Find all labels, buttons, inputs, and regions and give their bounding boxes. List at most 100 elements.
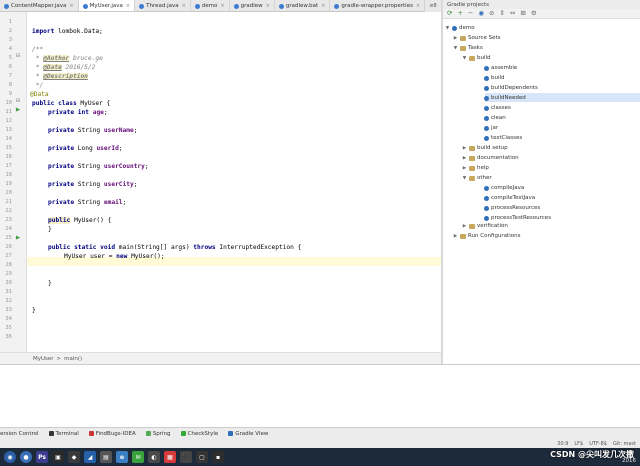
app-icon-8[interactable]: ▪ (212, 451, 224, 463)
close-tab-icon[interactable]: × (126, 3, 130, 9)
expand-all-icon[interactable]: ⇕ (499, 10, 504, 17)
tree-documentation[interactable]: ▶ documentation (462, 154, 519, 162)
expand-arrow-icon[interactable]: ▶ (462, 156, 467, 161)
app-icon-4[interactable]: ◐ (148, 451, 160, 463)
app-icon-2[interactable]: ◆ (68, 451, 80, 463)
browser-icon[interactable]: e (116, 451, 128, 463)
tree-tasks[interactable]: ▼ Tasks (453, 44, 483, 52)
tree-build-group[interactable]: ▼ build (462, 54, 491, 62)
chrome-icon[interactable]: ● (20, 451, 32, 463)
clock: 2016 (622, 458, 636, 464)
collapse-arrow-icon[interactable]: ▼ (462, 56, 467, 61)
tool-window-button[interactable]: FindBugs-IDEA (88, 431, 136, 437)
settings-icon[interactable]: ⚙ (531, 10, 537, 17)
collapse-arrow-icon[interactable]: ▼ (453, 46, 458, 51)
code-editor[interactable]: 1 2 3 4 5 6 7 8 9 10 11 12 13 14 15 16 17 18 19 20 21 22 23 24 2… (0, 12, 441, 352)
editor-tab[interactable]: gradlew × (230, 0, 275, 11)
tree-label: documentation (477, 155, 519, 161)
expand-arrow-icon[interactable]: ▶ (453, 36, 458, 41)
editor-app-icon[interactable]: ◢ (84, 451, 96, 463)
close-tab-icon[interactable]: × (266, 3, 270, 9)
tree-task[interactable]: build (477, 74, 505, 82)
tree-task[interactable]: classes (477, 104, 511, 112)
editor-tab[interactable]: MyUser.java × (78, 0, 136, 11)
tool-window-icon (180, 431, 186, 436)
breadcrumb-method[interactable]: main() (64, 356, 82, 362)
tree-task[interactable]: assemble (477, 64, 517, 72)
tool-window-button[interactable]: ersion Control (0, 431, 39, 437)
wechat-icon[interactable]: ✉ (132, 451, 144, 463)
expand-arrow-icon[interactable]: ▶ (453, 234, 458, 239)
tool-window-button[interactable]: Spring (145, 431, 171, 437)
editor-tab[interactable]: ContentMapper.java × (0, 0, 79, 11)
app-icon-3[interactable]: ▤ (100, 451, 112, 463)
tree-task[interactable]: clean (477, 114, 506, 122)
start-icon[interactable]: ◉ (4, 451, 16, 463)
close-tab-icon[interactable]: × (220, 3, 224, 9)
breadcrumb-class[interactable]: MyUser (33, 356, 54, 362)
collapse-arrow-icon[interactable]: ▼ (462, 176, 467, 181)
tree-task[interactable]: compileTestJava (477, 194, 535, 202)
expand-arrow-icon[interactable]: ▶ (462, 224, 467, 229)
tree-run-configurations[interactable]: ▶ Run Configurations (453, 232, 521, 240)
tree-task[interactable]: compileJava (477, 184, 524, 192)
fold-comment-icon[interactable]: ⊟ (15, 53, 21, 59)
editor-tab[interactable]: demo × (191, 0, 230, 11)
link-icon[interactable]: ⊞ (520, 10, 525, 17)
tree-task[interactable]: buildNeeded (477, 94, 526, 102)
close-tab-icon[interactable]: × (416, 3, 420, 9)
run-gutter-icon[interactable]: ▶ (15, 107, 21, 113)
file-encoding[interactable]: UTF-8$ (589, 441, 607, 447)
line-number: 13 (5, 127, 12, 133)
breadcrumb: MyUser > main() (0, 352, 441, 364)
tab-label: MyUser.java (89, 3, 123, 9)
line-separator[interactable]: LF$ (574, 441, 583, 447)
run-main-gutter-icon[interactable]: ▶ (15, 235, 21, 241)
photoshop-icon[interactable]: Ps (36, 451, 48, 463)
tool-window-label: CheckStyle (187, 430, 219, 437)
execute-icon[interactable]: ◉ (478, 10, 484, 17)
line-number: 16 (5, 154, 12, 160)
tree-task[interactable]: processTestResources (477, 214, 551, 222)
app-icon-6[interactable]: ⬛ (180, 451, 192, 463)
editor-tab[interactable]: Thread.java × (135, 0, 191, 11)
tree-label: classes (491, 105, 511, 111)
tool-window-button[interactable]: Terminal (48, 431, 79, 437)
tree-help[interactable]: ▶ help (462, 164, 489, 172)
refresh-icon[interactable]: ⟳ (447, 10, 452, 17)
editor-tab[interactable]: gradlew.bat × (275, 0, 331, 11)
app-icon-7[interactable]: ▢ (196, 451, 208, 463)
gradle-task-icon (484, 125, 489, 131)
close-tab-icon[interactable]: × (321, 3, 325, 9)
tool-window-button[interactable]: Gradle View (228, 431, 268, 437)
tree-task[interactable]: buildDependents (477, 84, 538, 92)
toggle-offline-icon[interactable]: ⊘ (489, 10, 494, 17)
line-number: 6 (8, 64, 12, 70)
expand-arrow-icon[interactable]: ▶ (462, 166, 467, 171)
tab-overflow-button[interactable]: ≡8 (425, 0, 441, 12)
expand-arrow-icon[interactable]: ▶ (462, 146, 467, 151)
close-tab-icon[interactable]: × (69, 3, 73, 9)
remove-icon[interactable]: − (468, 10, 473, 17)
add-icon[interactable]: + (457, 10, 462, 17)
close-tab-icon[interactable]: × (182, 3, 186, 9)
tree-task[interactable]: jar (477, 124, 498, 132)
tree-verification[interactable]: ▶ verification (462, 222, 508, 230)
app-icon[interactable]: ▣ (52, 451, 64, 463)
tree-source-sets[interactable]: ▶ Source Sets (453, 34, 501, 42)
line-number: 4 (8, 46, 12, 52)
tree-task[interactable]: testClasses (477, 134, 522, 142)
editor-tab[interactable]: gradle-wrapper.properties × (330, 0, 426, 11)
vcs-branch[interactable]: Git: mast (613, 441, 636, 447)
tree-other[interactable]: ▼ other (462, 174, 492, 182)
collapse-arrow-icon[interactable]: ▼ (445, 26, 450, 31)
tree-task[interactable]: processResources (477, 204, 540, 212)
tree-root[interactable]: ▼ demo (445, 24, 475, 32)
cursor-position[interactable]: 30:9 (557, 441, 568, 447)
tree-label: Tasks (468, 45, 483, 51)
fold-icon[interactable]: ⊟ (15, 98, 21, 104)
tool-window-button[interactable]: CheckStyle (180, 430, 219, 437)
tree-build-setup[interactable]: ▶ build setup (462, 144, 508, 152)
app-icon-5[interactable]: ▦ (164, 451, 176, 463)
collapse-all-icon[interactable]: ⇔ (510, 10, 515, 17)
